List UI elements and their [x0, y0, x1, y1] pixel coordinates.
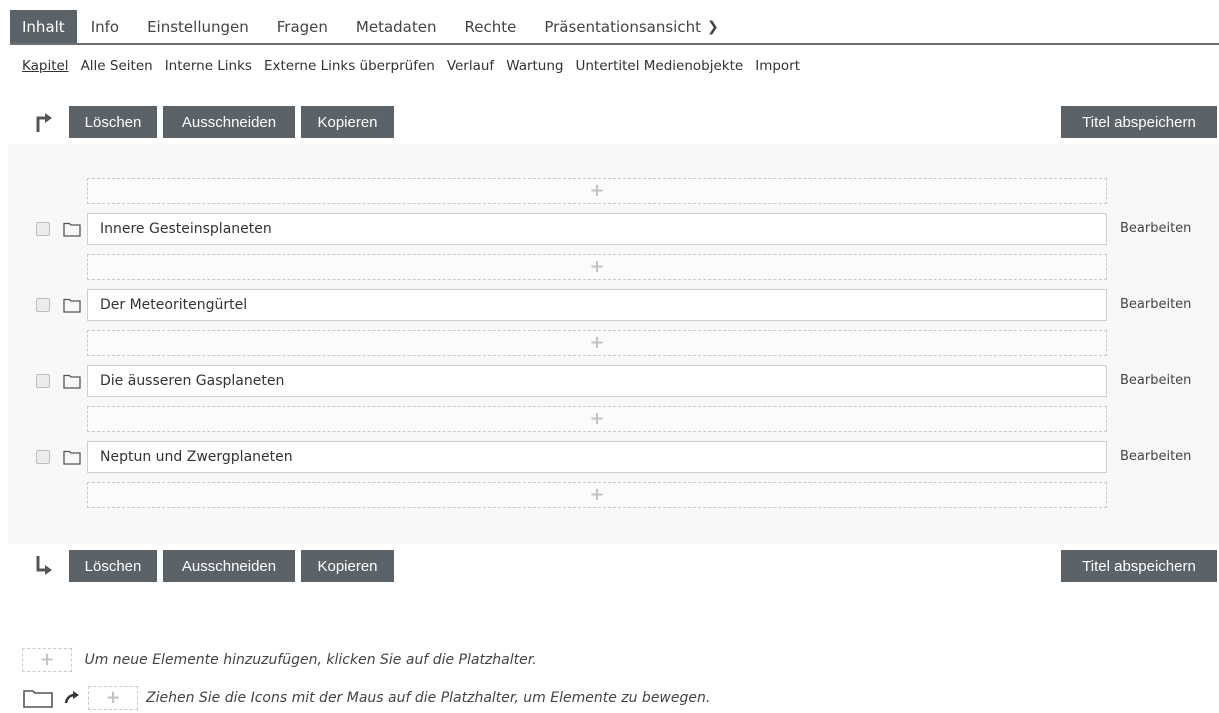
edit-link[interactable]: Bearbeiten: [1120, 449, 1191, 464]
sub-tabs: Kapitel Alle Seiten Interne Links Extern…: [22, 58, 812, 74]
plus-icon: +: [589, 408, 605, 429]
delete-button[interactable]: Löschen: [69, 550, 157, 582]
insert-placeholder[interactable]: +: [87, 254, 1107, 280]
insert-placeholder[interactable]: +: [87, 482, 1107, 508]
folder-icon[interactable]: [63, 221, 81, 237]
plus-icon: +: [589, 180, 605, 201]
plus-icon: +: [105, 687, 121, 708]
arrow-down-right-icon: [36, 556, 52, 575]
folder-icon: [23, 690, 53, 708]
tab-fragen[interactable]: Fragen: [263, 10, 342, 43]
chapter-row: Neptun und Zwergplaneten Bearbeiten: [0, 441, 1219, 473]
save-titles-button[interactable]: Titel abspeichern: [1061, 106, 1217, 138]
tab-praesentationsansicht[interactable]: Präsentationsansicht ❯: [530, 10, 732, 43]
legend-move: + Ziehen Sie die Icons mit der Maus auf …: [22, 686, 710, 710]
insert-placeholder[interactable]: +: [87, 330, 1107, 356]
chapter-title-input[interactable]: Die äusseren Gasplaneten: [87, 365, 1107, 397]
tab-rechte[interactable]: Rechte: [451, 10, 531, 43]
plus-icon: +: [589, 484, 605, 505]
delete-button[interactable]: Löschen: [69, 106, 157, 138]
placeholder-sample: +: [88, 686, 138, 710]
chapter-row: Innere Gesteinsplaneten Bearbeiten: [0, 213, 1219, 245]
arrow-up-right-icon: [36, 113, 52, 132]
legend-move-text: Ziehen Sie die Icons mit der Maus auf di…: [146, 690, 711, 706]
insert-placeholder[interactable]: +: [87, 178, 1107, 204]
subtab-alle-seiten[interactable]: Alle Seiten: [81, 58, 153, 74]
tab-praesentationsansicht-label: Präsentationsansicht: [544, 17, 701, 36]
chapter-row: Die äusseren Gasplaneten Bearbeiten: [0, 365, 1219, 397]
edit-link[interactable]: Bearbeiten: [1120, 297, 1191, 312]
tab-inhalt[interactable]: Inhalt: [10, 10, 77, 43]
cut-button[interactable]: Ausschneiden: [163, 106, 295, 138]
legend-add: + Um neue Elemente hinzuzufügen, klicken…: [22, 648, 537, 672]
tab-einstellungen[interactable]: Einstellungen: [133, 10, 263, 43]
legend-add-text: Um neue Elemente hinzuzufügen, klicken S…: [84, 652, 537, 668]
edit-link[interactable]: Bearbeiten: [1120, 373, 1191, 388]
subtab-wartung[interactable]: Wartung: [506, 58, 563, 74]
chapter-checkbox[interactable]: [36, 298, 50, 312]
arrow-icon: [64, 691, 79, 704]
chapter-checkbox[interactable]: [36, 374, 50, 388]
copy-button[interactable]: Kopieren: [301, 106, 394, 138]
tab-metadaten[interactable]: Metadaten: [342, 10, 451, 43]
chapter-row: Der Meteoritengürtel Bearbeiten: [0, 289, 1219, 321]
subtab-externe-links[interactable]: Externe Links überprüfen: [264, 58, 435, 74]
save-titles-button[interactable]: Titel abspeichern: [1061, 550, 1217, 582]
edit-link[interactable]: Bearbeiten: [1120, 221, 1191, 236]
main-tabs: Inhalt Info Einstellungen Fragen Metadat…: [10, 10, 1219, 45]
plus-icon: +: [589, 332, 605, 353]
subtab-import[interactable]: Import: [755, 58, 800, 74]
plus-icon: +: [39, 649, 55, 670]
cut-button[interactable]: Ausschneiden: [163, 550, 295, 582]
tab-info[interactable]: Info: [77, 10, 133, 43]
subtab-untertitel[interactable]: Untertitel Medienobjekte: [576, 58, 744, 74]
toolbar-bottom: Löschen Ausschneiden Kopieren Titel absp…: [0, 550, 1219, 582]
plus-icon: +: [589, 256, 605, 277]
chapter-checkbox[interactable]: [36, 450, 50, 464]
folder-icon[interactable]: [63, 373, 81, 389]
chapter-title-input[interactable]: Neptun und Zwergplaneten: [87, 441, 1107, 473]
chapter-title-input[interactable]: Der Meteoritengürtel: [87, 289, 1107, 321]
subtab-interne-links[interactable]: Interne Links: [165, 58, 252, 74]
insert-placeholder[interactable]: +: [87, 406, 1107, 432]
chapter-title-input[interactable]: Innere Gesteinsplaneten: [87, 213, 1107, 245]
subtab-kapitel[interactable]: Kapitel: [22, 58, 69, 74]
folder-icon[interactable]: [63, 449, 81, 465]
folder-icon[interactable]: [63, 297, 81, 313]
toolbar-top: Löschen Ausschneiden Kopieren Titel absp…: [0, 106, 1219, 138]
placeholder-sample: +: [22, 648, 72, 672]
chapter-checkbox[interactable]: [36, 222, 50, 236]
copy-button[interactable]: Kopieren: [301, 550, 394, 582]
chevron-right-icon: ❯: [706, 18, 719, 35]
subtab-verlauf[interactable]: Verlauf: [447, 58, 494, 74]
